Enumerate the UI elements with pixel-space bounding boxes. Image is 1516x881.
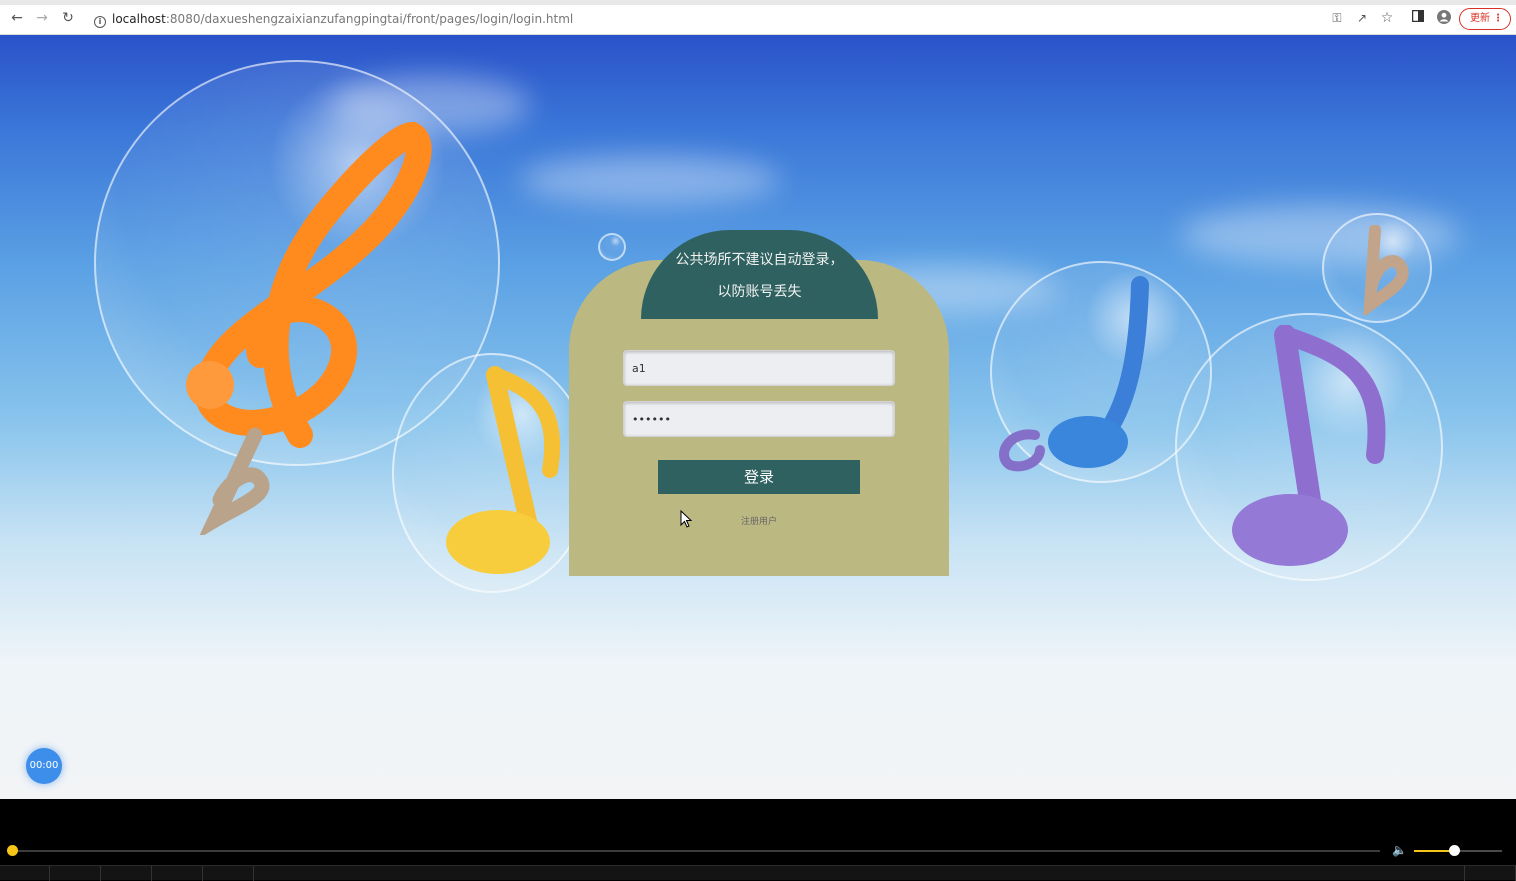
player-segment: [203, 866, 254, 881]
browser-update-button[interactable]: 更新 ⋮: [1459, 8, 1511, 30]
password-input[interactable]: [623, 401, 895, 437]
player-segment: [152, 866, 203, 881]
music-note-icon: [446, 366, 561, 574]
forward-icon[interactable]: →: [34, 10, 50, 26]
reload-icon[interactable]: ↻: [60, 10, 76, 26]
bubble-decoration: [598, 233, 626, 261]
mouse-cursor-icon: [680, 510, 692, 528]
video-player-bar: 🔈: [0, 799, 1516, 881]
login-notice-text: 公共场所不建议自动登录，以防账号丢失: [675, 252, 844, 300]
player-segment: [0, 866, 50, 881]
music-note-icon: [999, 276, 1149, 472]
update-label: 更新: [1470, 13, 1490, 24]
player-segment: [1464, 866, 1516, 881]
flat-symbol-icon: [1363, 225, 1409, 315]
site-info-icon[interactable]: i: [94, 16, 106, 28]
browser-toolbar: ← → ↻ i localhost:8080/daxueshengzaixianz…: [0, 0, 1516, 35]
player-bottom-strip: [0, 865, 1516, 881]
url-path: :8080/daxueshengzaixianzufangpingtai/fro…: [165, 12, 574, 26]
more-menu-icon[interactable]: ⋮: [1493, 9, 1503, 29]
progress-knob[interactable]: [7, 845, 18, 856]
player-segment: [101, 866, 152, 881]
login-notice-header: 公共场所不建议自动登录，以防账号丢失: [641, 230, 878, 319]
flat-symbol-icon: [199, 427, 270, 535]
side-panel-icon[interactable]: [1410, 9, 1426, 26]
progress-track[interactable]: [12, 850, 1380, 852]
player-segment: [50, 866, 101, 881]
share-icon[interactable]: ↗: [1354, 10, 1370, 26]
key-icon[interactable]: ⚿: [1329, 10, 1345, 26]
username-input[interactable]: [623, 350, 895, 386]
address-bar[interactable]: i localhost:8080/daxueshengzaixianzufangp…: [86, 8, 1316, 30]
cloud-decoration: [520, 155, 780, 205]
volume-icon[interactable]: 🔈: [1392, 843, 1408, 857]
timer-button[interactable]: 00:00: [26, 748, 62, 784]
back-icon[interactable]: ←: [9, 10, 25, 26]
tab-strip: [0, 0, 1516, 5]
volume-knob[interactable]: [1448, 845, 1460, 856]
url-host: localhost: [112, 12, 166, 26]
volume-fill: [1414, 850, 1454, 852]
profile-avatar-icon[interactable]: [1436, 10, 1452, 26]
music-note-icon: [1232, 325, 1386, 566]
register-link[interactable]: 注册用户: [700, 514, 818, 527]
treble-clef-icon: [186, 121, 432, 448]
login-button[interactable]: 登录: [658, 460, 860, 494]
login-page: 公共场所不建议自动登录，以防账号丢失 登录 注册用户 00:00: [0, 35, 1516, 799]
bookmark-star-icon[interactable]: ☆: [1379, 10, 1395, 26]
